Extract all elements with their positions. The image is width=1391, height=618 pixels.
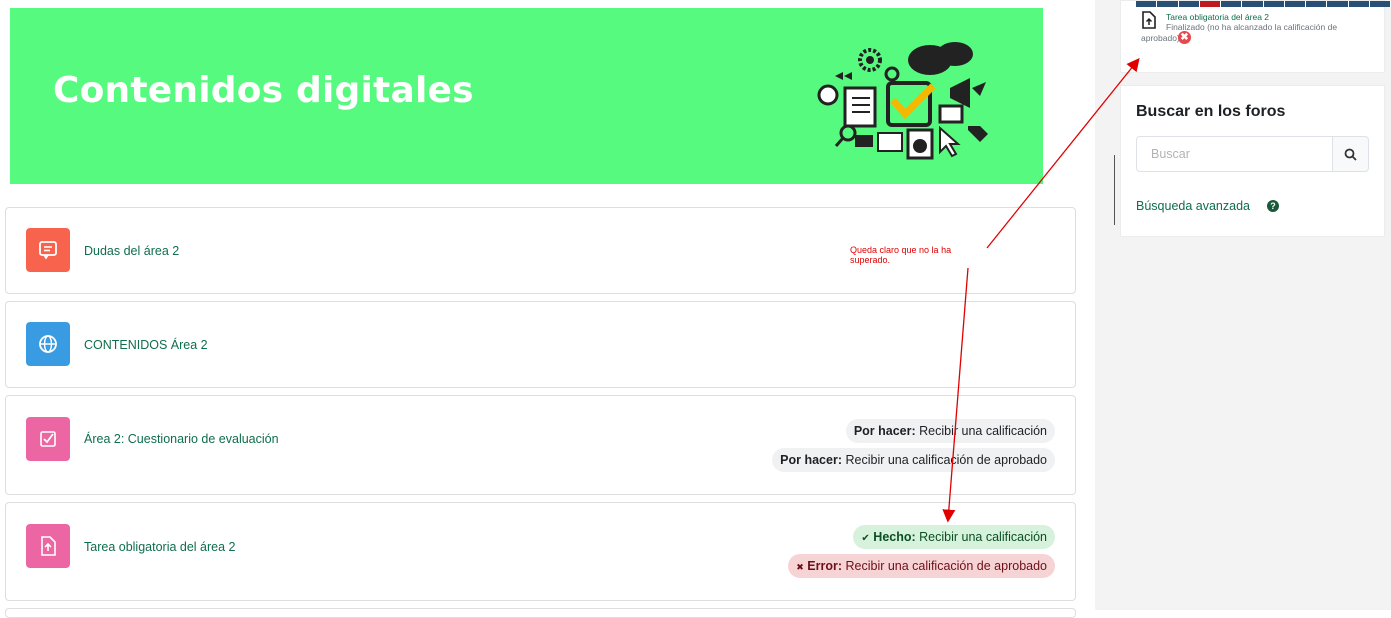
badge-status: Hecho:	[873, 530, 916, 544]
progress-item-status: Finalizado (no ha alcanzado la calificac…	[1166, 22, 1338, 32]
completion-badge-todo: Por hacer: Recibir una calificación	[845, 419, 1055, 443]
cross-icon: ✖	[796, 562, 804, 572]
course-banner: Contenidos digitales	[10, 8, 1043, 184]
badge-text: Recibir una calificación	[919, 424, 1047, 438]
check-icon: ✔	[861, 533, 870, 544]
badge-status: Por hacer:	[780, 453, 842, 467]
activity-link-url[interactable]: CONTENIDOS Área 2	[84, 338, 208, 352]
advanced-search-link[interactable]: Búsqueda avanzada	[1136, 199, 1250, 213]
drawer-edge	[1114, 155, 1115, 225]
completion-badge-error: ✖ Error: Recibir una calificación de apr…	[788, 554, 1055, 578]
banner-title: Contenidos digitales	[53, 70, 474, 111]
quiz-checkbox-icon	[26, 417, 70, 461]
completion-progress-panel: Tarea obligatoria del área 2 Finalizado …	[1120, 0, 1391, 73]
badge-text: Recibir una calificación de aprobado	[845, 453, 1047, 467]
activity-link-assign[interactable]: Tarea obligatoria del área 2	[84, 540, 236, 554]
digital-content-illustration	[817, 42, 988, 160]
completion-badge-todo: Por hacer: Recibir una calificación de a…	[772, 448, 1055, 472]
badge-text: Recibir una calificación	[919, 530, 1047, 544]
badge-status: Por hacer:	[853, 424, 916, 438]
assignment-upload-icon	[26, 524, 70, 568]
forum-search-input[interactable]	[1136, 136, 1332, 172]
fail-circle-icon: ✖	[1178, 31, 1191, 44]
progress-item-status-cont: aprobado)	[1141, 33, 1180, 43]
forum-icon	[26, 228, 70, 272]
activity-card-quiz: Área 2: Cuestionario de evaluación Por h…	[5, 395, 1076, 495]
progress-bar	[1136, 1, 1391, 7]
activity-card-url: CONTENIDOS Área 2	[5, 301, 1076, 388]
activity-link-quiz[interactable]: Área 2: Cuestionario de evaluación	[84, 432, 279, 446]
completion-badge-done: ✔ Hecho: Recibir una calificación	[853, 525, 1055, 549]
search-block-title: Buscar en los foros	[1136, 103, 1286, 120]
progress-item-link[interactable]: Tarea obligatoria del área 2	[1166, 12, 1269, 22]
activity-link-forum[interactable]: Dudas del área 2	[84, 244, 179, 258]
forum-search-block: Buscar en los foros Búsqueda avanzada ?	[1120, 85, 1385, 237]
search-button[interactable]	[1332, 136, 1369, 172]
badge-status: Error:	[807, 559, 842, 573]
help-icon[interactable]: ?	[1267, 200, 1279, 212]
annotation-note: Queda claro que no la ha superado.	[850, 245, 952, 265]
assignment-file-icon	[1142, 11, 1156, 29]
globe-icon	[26, 322, 70, 366]
badge-text: Recibir una calificación de aprobado	[845, 559, 1047, 573]
search-icon	[1344, 148, 1357, 161]
activity-card-assign: Tarea obligatoria del área 2 ✔ Hecho: Re…	[5, 502, 1076, 601]
